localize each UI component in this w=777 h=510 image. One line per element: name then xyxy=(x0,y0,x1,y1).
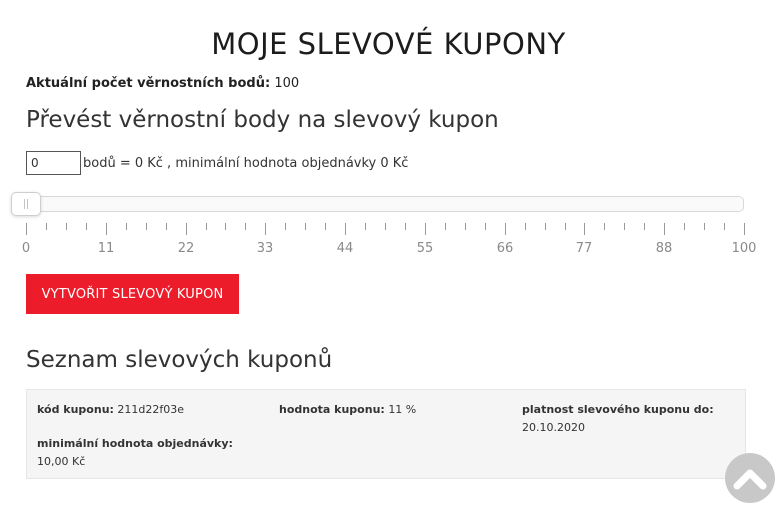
slider-major-tick xyxy=(425,223,426,235)
scroll-to-top-button[interactable] xyxy=(725,453,775,503)
slider-minor-tick xyxy=(684,223,685,230)
slider-major-tick xyxy=(664,223,665,235)
slider-minor-tick xyxy=(624,223,625,230)
slider-minor-tick xyxy=(565,223,566,230)
coupon-value: hodnota kuponu: 11 % xyxy=(279,401,416,419)
coupon-code-label: kód kuponu: xyxy=(37,403,114,416)
slider-major-tick xyxy=(106,223,107,235)
slider-minor-tick xyxy=(305,223,306,230)
create-coupon-button[interactable]: VYTVOŘIT SLEVOVÝ KUPON xyxy=(26,274,239,314)
slider-major-tick xyxy=(345,223,346,235)
loyalty-points-label: Aktuální počet věrnostních bodů: xyxy=(26,76,271,91)
slider-minor-tick xyxy=(445,223,446,230)
slider-tick-label: 22 xyxy=(177,241,195,256)
slider-minor-tick xyxy=(385,223,386,230)
page-title: MOJE SLEVOVÉ KUPONY xyxy=(211,27,566,62)
slider-tick-label: 55 xyxy=(416,241,434,256)
slider-minor-tick xyxy=(365,223,366,230)
slider-minor-tick xyxy=(525,223,526,230)
coupon-value-label: hodnota kuponu: xyxy=(279,403,385,416)
slider-tick-label: 77 xyxy=(575,241,593,256)
slider-major-tick xyxy=(505,223,506,235)
slider-major-tick xyxy=(186,223,187,235)
slider-minor-tick xyxy=(285,223,286,230)
slider-minor-tick xyxy=(206,223,207,230)
loyalty-points-value: 100 xyxy=(274,76,300,91)
slider-major-tick xyxy=(584,223,585,235)
slider-minor-tick xyxy=(166,223,167,230)
slider-minor-tick xyxy=(245,223,246,230)
slider-tick-label: 33 xyxy=(256,241,274,256)
slider-minor-tick xyxy=(405,223,406,230)
slider-minor-tick xyxy=(465,223,466,230)
points-input[interactable] xyxy=(26,151,81,175)
coupon-min-order: minimální hodnota objednávky: 10,00 Kč xyxy=(37,435,233,471)
conversion-description: bodů = 0 Kč , minimální hodnota objednáv… xyxy=(83,155,409,171)
slider-minor-tick xyxy=(225,223,226,230)
coupon-validity-label: platnost slevového kuponu do: xyxy=(522,403,714,416)
slider-minor-tick xyxy=(485,223,486,230)
slider-major-tick xyxy=(265,223,266,235)
coupon-code-value: 211d22f03e xyxy=(117,403,185,416)
slider-minor-tick xyxy=(644,223,645,230)
coupon-min-order-label: minimální hodnota objednávky: xyxy=(37,437,233,450)
slider-minor-tick xyxy=(325,223,326,230)
points-slider-handle[interactable] xyxy=(11,192,41,216)
coupon-code: kód kuponu: 211d22f03e xyxy=(37,401,184,419)
slider-minor-tick xyxy=(126,223,127,230)
coupon-list-heading: Seznam slevových kuponů xyxy=(26,347,333,373)
slider-minor-tick xyxy=(604,223,605,230)
chevron-up-icon xyxy=(733,469,767,490)
slider-minor-tick xyxy=(86,223,87,230)
slider-minor-tick xyxy=(704,223,705,230)
coupon-validity-value: 20.10.2020 xyxy=(522,421,585,434)
slider-tick-label: 88 xyxy=(655,241,673,256)
points-slider-track[interactable] xyxy=(26,196,744,212)
slider-tick-label: 44 xyxy=(336,241,354,256)
slider-minor-tick xyxy=(46,223,47,230)
coupon-validity: platnost slevového kuponu do: 20.10.2020 xyxy=(522,401,714,437)
slider-tick-label: 11 xyxy=(97,241,115,256)
slider-tick-label: 0 xyxy=(21,241,31,256)
convert-row: bodů = 0 Kč , minimální hodnota objednáv… xyxy=(26,150,408,176)
slider-tick-label: 66 xyxy=(496,241,514,256)
slider-minor-tick xyxy=(724,223,725,230)
coupon-min-order-value: 10,00 Kč xyxy=(37,455,86,468)
slider-minor-tick xyxy=(545,223,546,230)
slider-tick-label: 100 xyxy=(731,241,757,256)
loyalty-points: Aktuální počet věrnostních bodů: 100 xyxy=(26,76,299,91)
coupon-value-value: 11 % xyxy=(388,403,417,416)
slider-major-tick xyxy=(744,223,745,235)
slider-major-tick xyxy=(26,223,27,235)
coupon-card: kód kuponu: 211d22f03e hodnota kuponu: 1… xyxy=(26,389,746,479)
slider-minor-tick xyxy=(146,223,147,230)
slider-minor-tick xyxy=(66,223,67,230)
convert-heading: Převést věrnostní body na slevový kupon xyxy=(26,107,499,133)
